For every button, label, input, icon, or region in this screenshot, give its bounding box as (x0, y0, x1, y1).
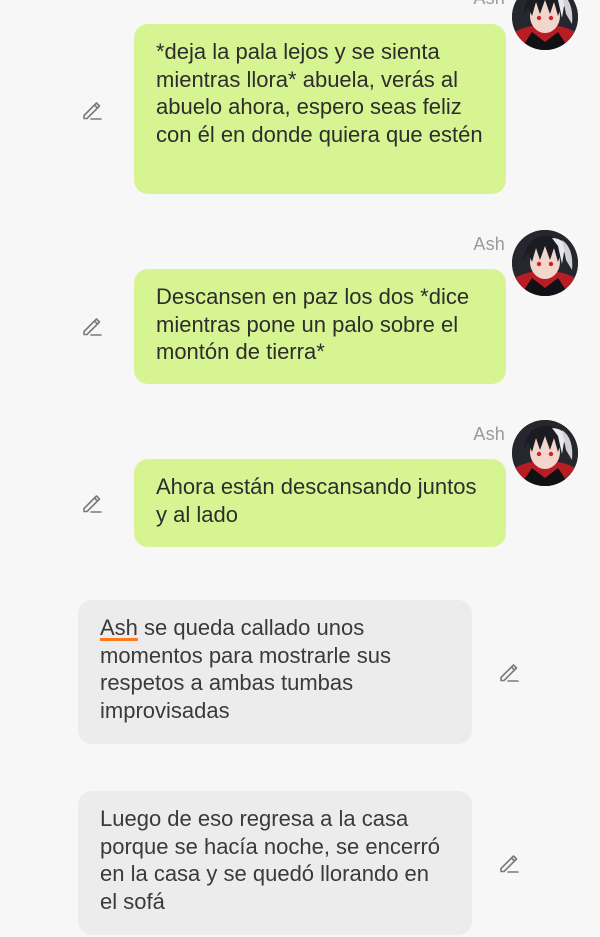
message-bubble: *deja la pala lejos y se sienta mientras… (134, 24, 506, 194)
message-text: *deja la pala lejos y se sienta mientras… (156, 39, 483, 147)
avatar[interactable] (512, 230, 578, 296)
narration-bubble: Luego de eso regresa a la casa porque se… (78, 791, 472, 935)
avatar[interactable] (512, 0, 578, 50)
mention-name[interactable]: Ash (100, 615, 138, 640)
pencil-edit-icon[interactable] (80, 491, 104, 515)
narration-text: Luego de eso regresa a la casa porque se… (100, 806, 441, 914)
pencil-edit-icon[interactable] (80, 314, 104, 338)
author-name: Ash (473, 424, 505, 444)
pencil-edit-icon[interactable] (497, 851, 521, 875)
narration-body: se queda callado unos momentos para most… (100, 615, 391, 723)
author-name: Ash (473, 234, 505, 254)
avatar[interactable] (512, 420, 578, 486)
message-bubble: Ahora están descansando juntos y al lado (134, 459, 506, 547)
narration-bubble: Ash se queda callado unos momentos para … (78, 600, 472, 744)
pencil-edit-icon[interactable] (497, 660, 521, 684)
narration-text: Ash se queda callado unos momentos para … (100, 614, 452, 724)
message-bubble: Descansen en paz los dos *dice mientras … (134, 269, 506, 384)
message-text: Ahora están descansando juntos y al lado (156, 474, 477, 527)
pencil-edit-icon[interactable] (80, 98, 104, 122)
chat-thread: Ash *deja la pala lejos y se sienta mien… (0, 0, 600, 937)
author-name: Ash (473, 0, 505, 9)
message-text: Descansen en paz los dos *dice mientras … (156, 284, 470, 364)
